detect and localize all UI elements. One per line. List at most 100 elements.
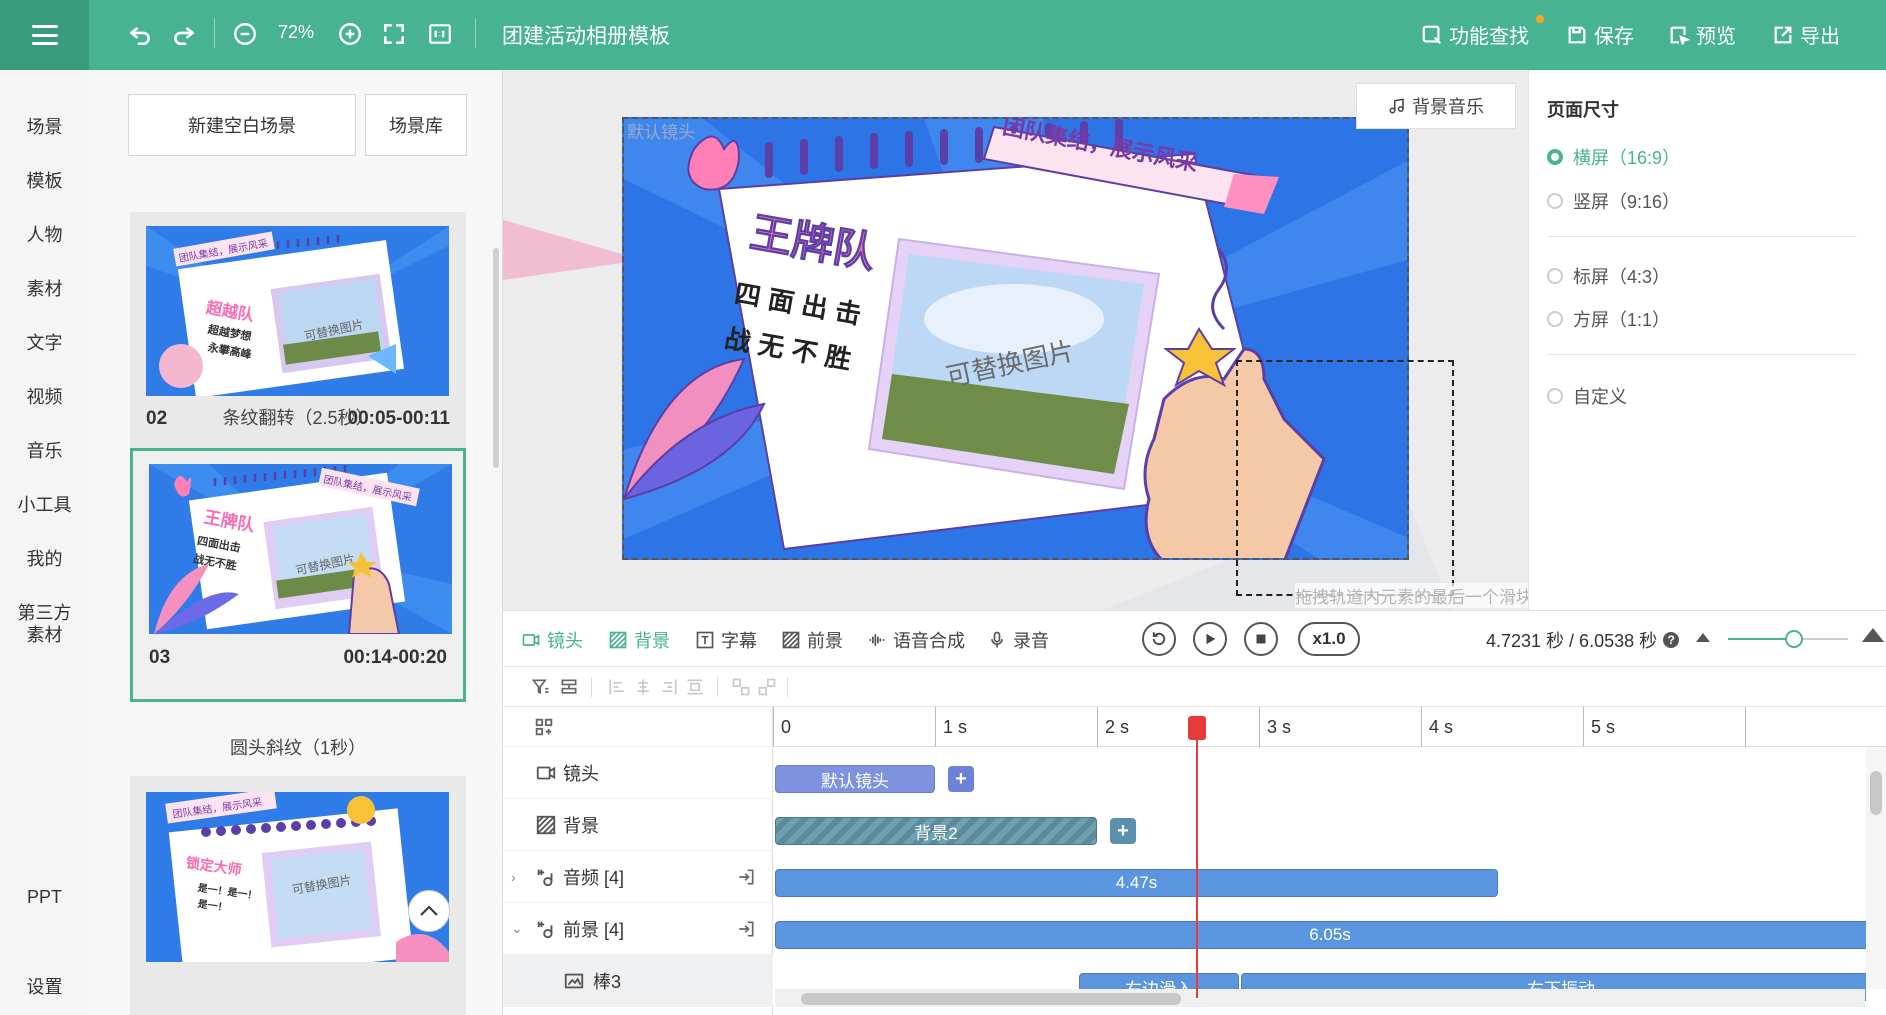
export-button[interactable]: 导出	[1772, 20, 1840, 49]
play-button[interactable]	[1193, 622, 1227, 656]
feature-search-label: 功能查找	[1449, 26, 1529, 48]
chevron-down-icon[interactable]: ⌄	[511, 920, 523, 937]
track-label-audio[interactable]: › 音频 [4]	[503, 851, 773, 903]
microphone-icon	[991, 631, 1003, 648]
nav-mine[interactable]: 我的	[0, 548, 89, 570]
radio-landscape[interactable]: 横屏（16:9）	[1547, 144, 1680, 170]
align-right-icon[interactable]	[659, 677, 679, 697]
track-label-bang3[interactable]: 棒3	[503, 955, 773, 1007]
playhead-handle[interactable]	[1188, 716, 1206, 740]
properties-panel: 页面尺寸 横屏（16:9） 竖屏（9:16） 标屏（4:3） 方屏（1:1） 自…	[1528, 70, 1886, 610]
ruler-tick	[1421, 707, 1422, 747]
nav-materials[interactable]: 素材	[0, 278, 89, 300]
replay-button[interactable]	[1142, 622, 1176, 656]
distribute-icon[interactable]	[685, 677, 705, 697]
exit-icon[interactable]	[736, 867, 756, 887]
tab-foreground-label: 前景	[807, 631, 843, 651]
tab-background[interactable]: 背景	[608, 627, 670, 653]
search-icon	[1422, 25, 1442, 44]
clip-audio[interactable]: 4.47s	[775, 869, 1498, 897]
playhead[interactable]	[1196, 720, 1198, 998]
menu-button[interactable]	[0, 0, 89, 70]
undo-icon[interactable]	[124, 18, 156, 50]
track-label-camera[interactable]: 镜头	[503, 747, 773, 799]
nav-templates[interactable]: 模板	[0, 170, 89, 192]
nav-tools[interactable]: 小工具	[0, 494, 89, 516]
nav-video[interactable]: 视频	[0, 386, 89, 408]
preview-button[interactable]: 预览	[1668, 20, 1736, 49]
replay-icon	[1152, 632, 1166, 646]
nav-third-party[interactable]: 第三方 素材	[0, 602, 89, 646]
exit-icon[interactable]	[736, 919, 756, 939]
nav-ppt[interactable]: PPT	[0, 886, 89, 908]
save-button[interactable]: 保存	[1566, 20, 1634, 49]
stop-button[interactable]	[1244, 622, 1278, 656]
radio-portrait[interactable]: 竖屏（9:16）	[1547, 188, 1680, 214]
add-background-button[interactable]: +	[1110, 818, 1136, 844]
grid-add-icon[interactable]	[533, 716, 555, 738]
tab-subtitle[interactable]: 字幕	[695, 627, 757, 653]
align-center-icon[interactable]	[633, 677, 653, 697]
nav-text[interactable]: 文字	[0, 332, 89, 354]
feature-search-button[interactable]: 功能查找	[1421, 20, 1529, 49]
clip-background[interactable]: 背景2	[775, 817, 1097, 845]
horizontal-scroll-thumb[interactable]	[801, 993, 1181, 1005]
radio-label: 标屏（4:3）	[1573, 267, 1671, 287]
redo-icon[interactable]	[168, 18, 200, 50]
timeline-hint: 拖拽轨道内元素的最后一个滑块或刻度尺末端滑块可增加或减少总时间	[1295, 583, 1528, 608]
nav-scenes[interactable]: 场景	[0, 116, 89, 138]
props-divider	[1547, 236, 1857, 237]
background-music-button[interactable]: 背景音乐	[1356, 83, 1516, 129]
zoom-slider-knob[interactable]	[1785, 630, 1803, 648]
new-blank-scene-button[interactable]: 新建空白场景	[128, 94, 356, 156]
scene-library-button[interactable]: 场景库	[365, 94, 467, 156]
document-title[interactable]: 团建活动相册模板	[502, 20, 670, 50]
actual-size-icon[interactable]	[424, 18, 456, 50]
fullscreen-icon[interactable]	[378, 18, 410, 50]
scene-card-03[interactable]: 可替换图片 团队集结，展示风采 王牌队 四面出击 战无不胜 03 00:14-0…	[130, 448, 466, 702]
help-icon[interactable]: ?	[1663, 632, 1680, 648]
add-camera-button[interactable]: +	[948, 766, 974, 792]
scene-thumbnail: 可替换图片 团队集结，展示风采 超越队 超越梦想 永攀高峰	[146, 226, 449, 396]
playback-speed-button[interactable]: x1.0	[1298, 622, 1360, 656]
nav-music[interactable]: 音乐	[0, 440, 89, 462]
nav-settings[interactable]: 设置	[0, 976, 89, 998]
ruler-tick	[1583, 707, 1584, 747]
zoom-out-timeline-icon[interactable]	[1696, 633, 1710, 642]
tab-record[interactable]: 录音	[987, 627, 1049, 653]
scroll-to-top-button[interactable]	[408, 890, 450, 932]
nav-characters[interactable]: 人物	[0, 224, 89, 246]
group-icon[interactable]	[731, 677, 751, 697]
align-left-icon[interactable]	[607, 677, 627, 697]
track-label-background[interactable]: 背景	[503, 799, 773, 851]
hamburger-icon	[31, 25, 58, 45]
selection-box[interactable]	[1236, 360, 1454, 596]
clip-default-camera[interactable]: 默认镜头	[775, 765, 935, 793]
vertical-scroll-thumb[interactable]	[1870, 771, 1882, 815]
scene-transition[interactable]: 圆头斜纹（1秒）	[130, 734, 466, 760]
zoom-out-icon[interactable]	[229, 18, 261, 50]
track-label-foreground[interactable]: ⌄ 前景 [4]	[503, 903, 773, 955]
scene-panel-scrollbar[interactable]	[493, 248, 499, 468]
chevron-right-icon[interactable]: ›	[511, 869, 516, 885]
ungroup-icon[interactable]	[757, 677, 777, 697]
tab-tts[interactable]: 语音合成	[867, 627, 965, 653]
filter-icon[interactable]	[531, 677, 551, 697]
scene-transition[interactable]: 条纹翻转（2.5秒）	[130, 404, 466, 430]
radio-indicator	[1547, 388, 1563, 404]
radio-square[interactable]: 方屏（1:1）	[1547, 306, 1670, 332]
radio-custom[interactable]: 自定义	[1547, 383, 1627, 409]
tab-subtitle-label: 字幕	[721, 631, 757, 651]
radio-standard[interactable]: 标屏（4:3）	[1547, 263, 1670, 289]
timeline-zoom-slider[interactable]	[1728, 630, 1848, 648]
zoom-in-icon[interactable]	[334, 18, 366, 50]
tab-camera[interactable]: 镜头	[521, 627, 583, 653]
clip-foreground[interactable]: 6.05s	[775, 921, 1866, 949]
waveform-icon	[869, 634, 885, 646]
layers-icon[interactable]	[559, 677, 579, 697]
timeline: 镜头 背景 字幕 前景 语音合成 录音 x1.0 4.7231 秒 / 6.05…	[503, 610, 1886, 1015]
timeline-ruler[interactable]: 0 1 s 2 s 3 s 4 s 5 s	[773, 707, 1886, 747]
zoom-in-timeline-icon[interactable]	[1862, 628, 1884, 642]
export-label: 导出	[1800, 26, 1840, 48]
tab-foreground[interactable]: 前景	[781, 627, 843, 653]
